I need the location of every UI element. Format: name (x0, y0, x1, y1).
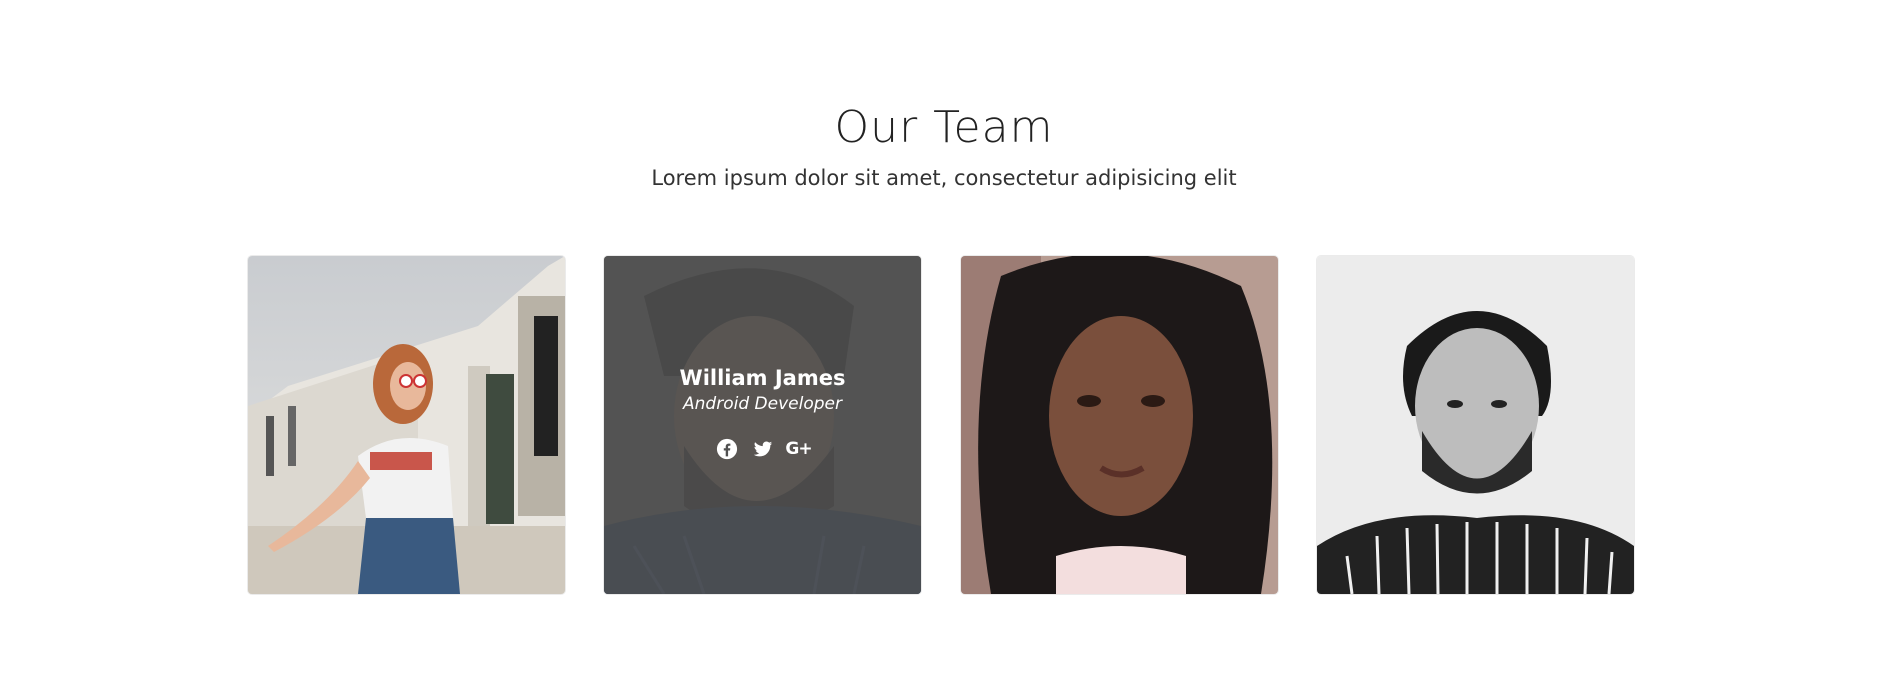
section-title: Our Team (834, 102, 1054, 153)
google-plus-icon[interactable]: G+ (785, 438, 812, 460)
team-member-photo (248, 256, 565, 594)
facebook-icon[interactable] (716, 438, 738, 460)
team-cards: William James Android Developer G+ (248, 256, 1634, 594)
team-card[interactable]: William James Android Developer G+ (604, 256, 921, 594)
team-member-photo (1317, 256, 1634, 594)
team-section: Our Team Lorem ipsum dolor sit amet, con… (0, 0, 1888, 688)
team-card[interactable] (1317, 256, 1634, 594)
member-name: William James (679, 366, 846, 390)
member-role: Android Developer (683, 394, 842, 414)
team-card[interactable] (248, 256, 565, 594)
social-links: G+ (716, 438, 813, 460)
team-member-photo (961, 256, 1278, 594)
section-subtitle: Lorem ipsum dolor sit amet, consectetur … (651, 166, 1237, 190)
twitter-icon[interactable] (752, 438, 774, 460)
member-info-overlay: William James Android Developer G+ (604, 256, 921, 594)
team-card[interactable] (961, 256, 1278, 594)
